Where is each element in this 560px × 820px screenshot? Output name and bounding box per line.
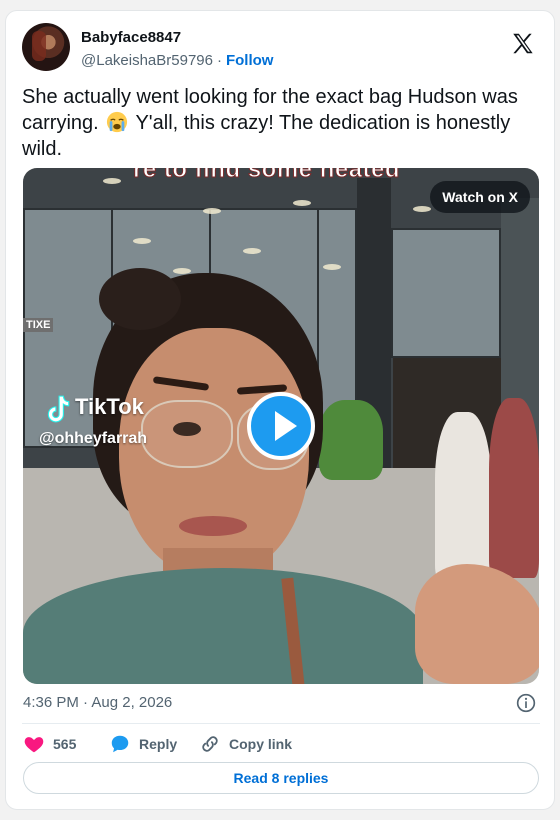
store-sign: TIXE (23, 318, 54, 332)
background-person (489, 398, 539, 578)
tweet-timestamp[interactable]: 4:36 PM · Aug 2, 2026 (23, 694, 172, 711)
tweet-header: Babyface8847 @LakeishaBr59796 · Follow (22, 23, 540, 73)
eye (173, 422, 201, 436)
ceiling-light (103, 178, 121, 184)
tiktok-handle: @ohheyfarrah (39, 430, 148, 447)
video-caption-overlay: re to find some heated (132, 168, 401, 184)
copy-link-button[interactable]: Copy link (199, 732, 292, 756)
planter-bush (319, 400, 383, 480)
follow-button[interactable]: Follow (226, 52, 274, 69)
tiktok-label: TikTok (75, 394, 144, 419)
tiktok-logo-icon (47, 395, 70, 423)
woman-hair-bun (99, 268, 181, 330)
tweet-card: Babyface8847 @LakeishaBr59796 · Follow She… (5, 10, 555, 810)
like-button[interactable]: 565 (23, 732, 76, 756)
crying-face-icon (107, 111, 128, 133)
watch-on-x-button[interactable]: Watch on X (430, 181, 530, 213)
reply-label: Reply (139, 736, 178, 752)
ceiling-light (133, 238, 151, 244)
lips (179, 516, 247, 536)
read-replies-button[interactable]: Read 8 replies (23, 762, 539, 794)
user-handle[interactable]: @LakeishaBr59796 (81, 52, 213, 69)
ceiling-light (323, 264, 341, 270)
reply-bubble-icon (111, 735, 129, 753)
ceiling-light (243, 248, 261, 254)
copy-link-label: Copy link (229, 736, 293, 752)
action-bar: 565 Reply Copy link (23, 732, 523, 756)
background-person (435, 412, 491, 582)
link-icon (202, 736, 218, 752)
window-pane (391, 228, 501, 358)
tweet-text: She actually went looking for the exact … (22, 84, 537, 162)
play-icon[interactable] (247, 392, 315, 460)
x-logo-icon[interactable] (510, 31, 536, 57)
handle-row: @LakeishaBr59796 · Follow (81, 52, 273, 69)
ceiling-light (413, 206, 431, 212)
like-count: 565 (53, 736, 77, 752)
video-player[interactable]: TIXE re to find some heated Watch on X T… (23, 168, 539, 684)
divider (22, 723, 540, 724)
display-name[interactable]: Babyface8847 (81, 29, 181, 46)
avatar[interactable] (22, 23, 70, 71)
heart-icon (24, 737, 44, 753)
separator: · (216, 52, 222, 69)
reply-button[interactable]: Reply (109, 732, 177, 756)
ceiling-light (293, 200, 311, 206)
info-icon[interactable] (516, 693, 536, 713)
ceiling-light (203, 208, 221, 214)
